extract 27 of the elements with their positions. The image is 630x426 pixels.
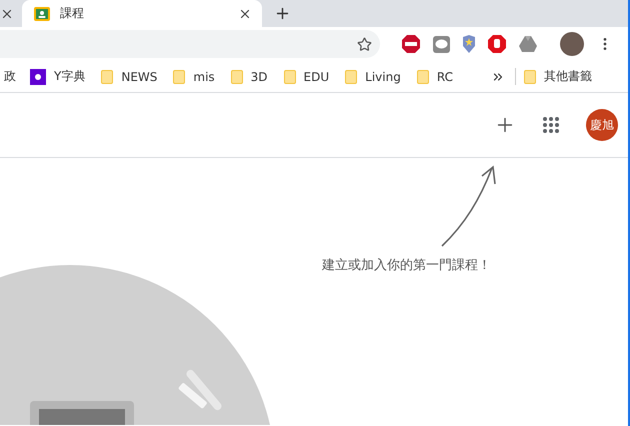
folder-icon — [173, 70, 186, 84]
folder-icon — [345, 70, 358, 84]
folder-icon — [284, 70, 296, 84]
profile-avatar-icon[interactable] — [560, 32, 584, 56]
bookmark[interactable]: EDU — [276, 70, 338, 84]
bookmark[interactable]: RC — [408, 70, 461, 84]
shield-icon[interactable] — [463, 35, 475, 53]
bookmark[interactable]: 其他書籤 — [514, 68, 600, 85]
folder-icon — [230, 70, 243, 84]
apps-grid-icon[interactable] — [542, 116, 560, 134]
bookmark[interactable]: Y字典 — [22, 68, 94, 85]
account-avatar[interactable]: 慶旭 — [586, 109, 618, 141]
folder-icon — [416, 70, 429, 84]
browser-tab[interactable]: 課程 — [22, 0, 262, 27]
tab-title: 課程 — [60, 5, 85, 22]
bookmark[interactable]: NEWS — [93, 70, 166, 84]
bookmark[interactable]: Living — [337, 70, 409, 84]
bookmark[interactable]: mis — [165, 70, 223, 84]
bookmark[interactable]: 政 — [0, 68, 22, 85]
folder-icon — [524, 70, 536, 84]
empty-state-message: 建立或加入你的第一門課程！ — [322, 257, 491, 274]
classroom-icon — [34, 6, 50, 20]
star-icon[interactable] — [357, 36, 372, 52]
folder-icon — [101, 70, 114, 84]
chat-bubble-icon[interactable] — [433, 36, 450, 52]
bookmark[interactable]: 3D — [222, 70, 276, 84]
new-tab-icon[interactable] — [274, 5, 291, 22]
